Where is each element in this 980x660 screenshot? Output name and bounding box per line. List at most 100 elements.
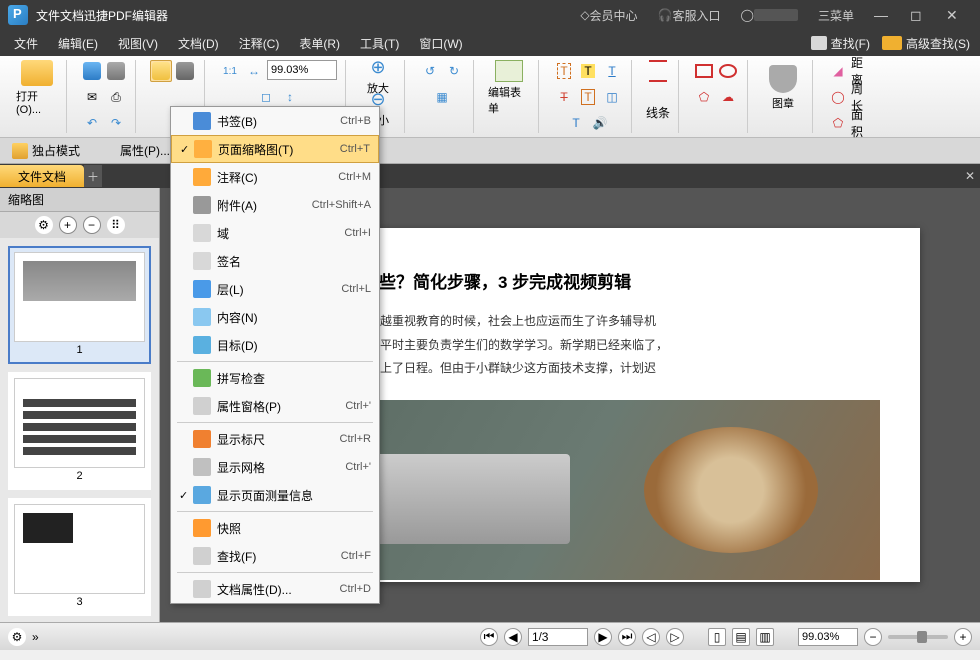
ctx-property-pane[interactable]: 属性窗格(P)Ctrl+' [171,392,379,420]
menu-edit[interactable]: 编辑(E) [48,32,108,55]
underline-button[interactable]: T [601,60,623,82]
perimeter-button[interactable]: 周长 [851,86,873,108]
find-button[interactable]: 查找(F) [805,33,876,54]
thumbnail-page-1[interactable]: 1 [8,246,151,364]
status-options-button[interactable]: ⚙ [8,628,26,646]
page-layout-button[interactable]: ▦ [431,86,453,108]
last-page-button[interactable]: ⏭ [618,628,636,646]
mail-button[interactable]: ✉ [81,86,103,108]
fit-page-button[interactable]: ◻ [255,86,277,108]
menu-file[interactable]: 文件 [4,32,48,55]
area-button[interactable]: 面积 [851,112,873,134]
advanced-find-button[interactable]: 高级查找(S) [876,33,976,54]
thumb-zoom-in-button[interactable]: + [59,216,77,234]
thumb-options-button[interactable]: ⚙ [35,216,53,234]
ctx-ruler[interactable]: 显示标尺Ctrl+R [171,425,379,453]
undo-button[interactable]: ↶ [81,112,103,134]
stamp-button[interactable]: 图章 [762,60,804,116]
ctx-destinations[interactable]: 目标(D) [171,331,379,359]
status-zoom-input[interactable]: 99.03% [798,628,858,646]
new-tab-button[interactable]: ＋ [84,165,102,187]
user-button[interactable]: ◯ [731,0,808,30]
fit-width-button[interactable]: ↔ [243,60,265,82]
ctx-fields[interactable]: 域Ctrl+I [171,219,379,247]
exclusive-mode-button[interactable]: 独占模式 [6,140,86,161]
eraser-button[interactable]: ◢ [827,60,849,82]
snapshot-button[interactable] [174,60,196,82]
main-menu-button[interactable]: 三 菜单 [808,0,864,30]
member-center-button[interactable]: ◇ 会员中心 [570,0,647,30]
thumb-more-button[interactable]: ⠿ [107,216,125,234]
menu-view[interactable]: 视图(V) [108,32,168,55]
status-expand-button[interactable]: » [32,630,39,644]
menu-form[interactable]: 表单(R) [289,32,350,55]
note-button[interactable]: T [565,112,587,134]
thumbnail-page-3[interactable]: 3 [8,498,151,616]
edit-form-button[interactable]: 编辑表单 [488,60,530,116]
first-page-button[interactable]: ⏮ [480,628,498,646]
rect-button[interactable] [693,60,715,82]
facing-button[interactable]: ▥ [756,628,774,646]
maximize-button[interactable]: ◻ [900,0,936,30]
zoom-slider[interactable] [888,635,948,639]
forward-button[interactable]: ▷ [666,628,684,646]
back-button[interactable]: ◁ [642,628,660,646]
menu-document[interactable]: 文档(D) [168,32,229,55]
ctx-layers[interactable]: 层(L)Ctrl+L [171,275,379,303]
text-box-button[interactable]: T [577,86,599,108]
prev-page-button[interactable]: ◀ [504,628,522,646]
redo-button[interactable]: ↷ [105,112,127,134]
continuous-button[interactable]: ▤ [732,628,750,646]
close-tab-button[interactable]: ✕ [960,169,980,183]
rotate-right-button[interactable]: ↻ [443,60,465,82]
ctx-signatures[interactable]: 签名 [171,247,379,275]
zoom-in-button[interactable]: ⊕ 放大 [360,60,396,92]
ctx-bookmark[interactable]: 书签(B)Ctrl+B [171,107,379,135]
thumbnail-page-2[interactable]: 2 [8,372,151,490]
open-button[interactable]: 打开(O)... [16,60,58,116]
status-zoom-out-button[interactable]: − [864,628,882,646]
actual-size-button[interactable]: 1:1 [219,60,241,82]
ctx-doc-properties[interactable]: 文档属性(D)...Ctrl+D [171,575,379,603]
poly-button[interactable]: ⬠ [827,112,849,134]
ctx-spellcheck[interactable]: 拼写检查 [171,364,379,392]
close-button[interactable]: ✕ [936,0,972,30]
ctx-comments[interactable]: 注释(C)Ctrl+M [171,163,379,191]
save-button[interactable] [81,60,103,82]
menu-tool[interactable]: 工具(T) [350,32,409,55]
ctx-thumbnails[interactable]: ✓页面缩略图(T)Ctrl+T [171,135,379,163]
single-page-button[interactable]: ▯ [708,628,726,646]
highlight-button[interactable]: T [577,60,599,82]
status-zoom-in-button[interactable]: + [954,628,972,646]
menu-comment[interactable]: 注释(C) [229,32,290,55]
document-tab[interactable]: 文件文档 [0,165,84,187]
link-button[interactable]: ◫ [601,86,623,108]
sound-button[interactable]: 🔊 [589,112,611,134]
minimize-button[interactable]: — [864,0,900,30]
ctx-content[interactable]: 内容(N) [171,303,379,331]
fit-height-button[interactable]: ↕ [279,86,301,108]
cloud-button[interactable]: ☁ [717,86,739,108]
zoom-input[interactable] [267,60,337,80]
ctx-search[interactable]: 查找(F)Ctrl+F [171,542,379,570]
page-number-input[interactable]: 1 / 3 [528,628,588,646]
circle-button[interactable] [717,60,739,82]
distance-button[interactable]: 距离 [851,60,873,82]
print-button[interactable] [105,60,127,82]
support-button[interactable]: 🎧 客服入口 [648,0,731,30]
polygon-button[interactable]: ⬠ [693,86,715,108]
next-page-button[interactable]: ▶ [594,628,612,646]
rotate-left-button[interactable]: ↺ [419,60,441,82]
ctx-grid[interactable]: 显示网格Ctrl+' [171,453,379,481]
hand-tool-button[interactable] [150,60,172,82]
text-select-button[interactable]: T [553,60,575,82]
ctx-attachments[interactable]: 附件(A)Ctrl+Shift+A [171,191,379,219]
ctx-measure-info[interactable]: ✓显示页面测量信息 [171,481,379,509]
menu-window[interactable]: 窗口(W) [409,32,472,55]
thumb-zoom-out-button[interactable]: − [83,216,101,234]
ctx-snapshot[interactable]: 快照 [171,514,379,542]
properties-button[interactable]: 属性(P)... [94,140,176,161]
lasso-button[interactable]: ◯ [827,86,849,108]
strikeout-button[interactable]: T [553,86,575,108]
scan-button[interactable]: ⎙ [105,86,127,108]
